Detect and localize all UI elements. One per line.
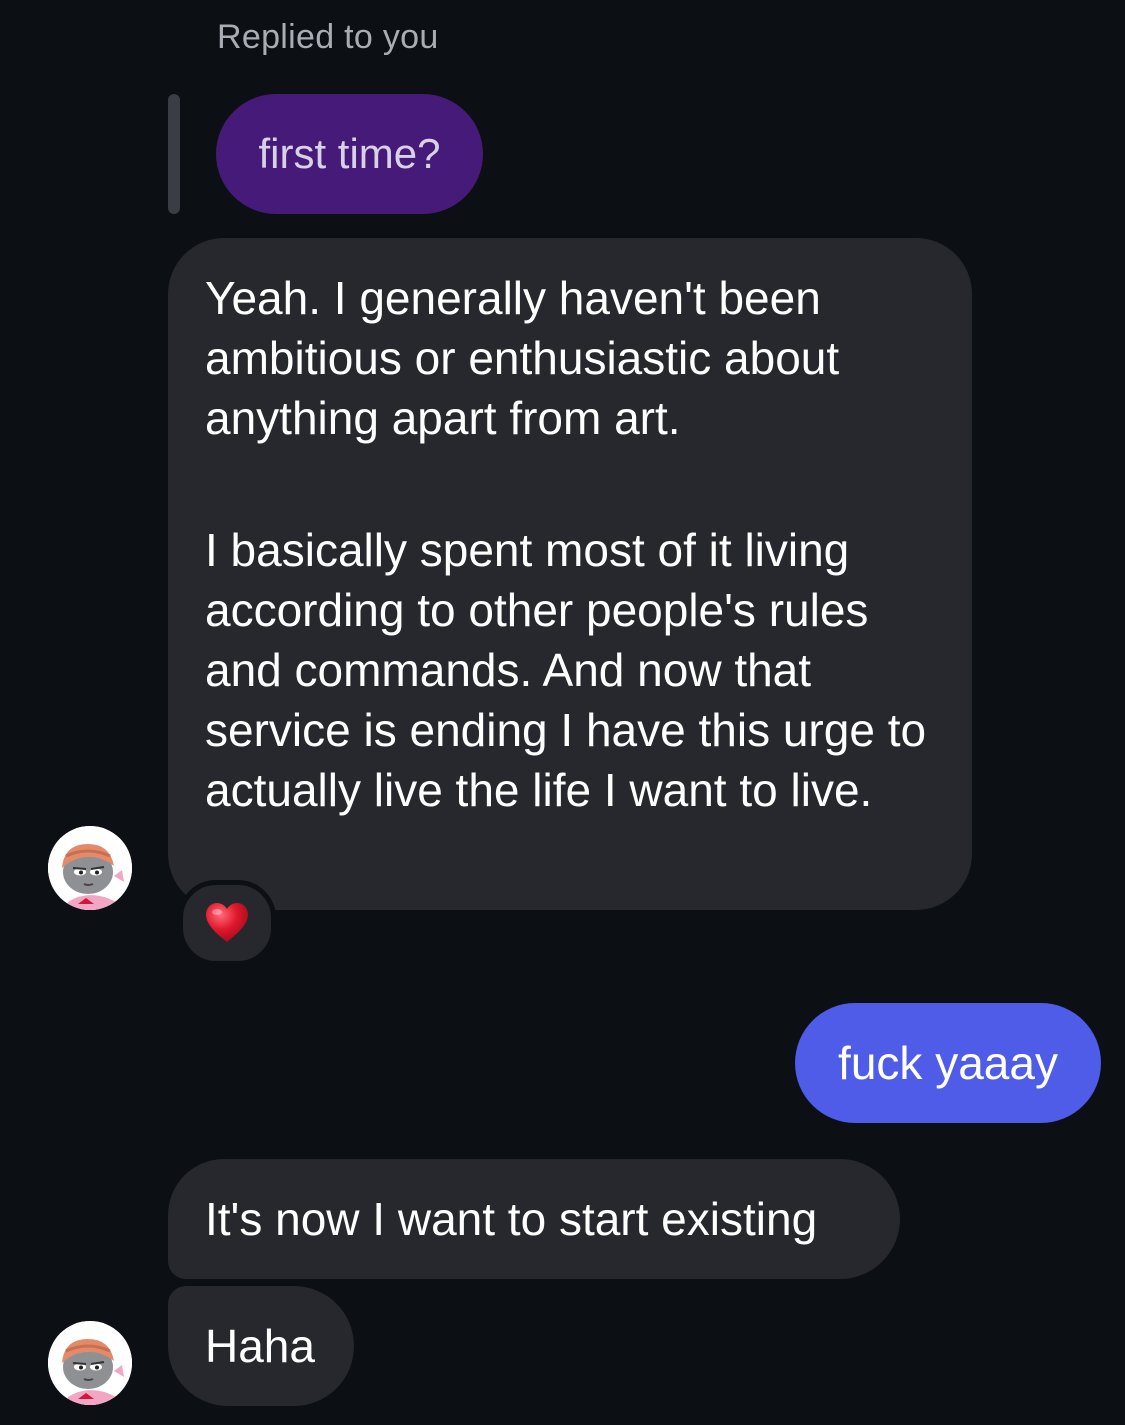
avatar[interactable]: [48, 1321, 132, 1405]
chat-thread: Replied to you first time? Yeah. I gener…: [0, 0, 1125, 1425]
incoming-message-bubble[interactable]: Yeah. I generally haven't been ambitious…: [168, 238, 972, 910]
outgoing-message-bubble[interactable]: fuck yaaay: [795, 1003, 1101, 1123]
reply-quote-bar: [168, 94, 180, 214]
quoted-message-bubble[interactable]: first time?: [216, 94, 483, 214]
quoted-message-text: first time?: [258, 130, 441, 177]
message-text: Haha: [205, 1320, 315, 1372]
cartoon-avatar-icon: [48, 1321, 132, 1405]
message-reaction[interactable]: [178, 880, 276, 966]
heart-icon: [206, 903, 248, 942]
replied-to-you-label: Replied to you: [217, 18, 439, 56]
incoming-message-bubble[interactable]: Haha: [168, 1286, 354, 1406]
avatar[interactable]: [48, 826, 132, 910]
incoming-message-bubble[interactable]: It's now I want to start existing: [168, 1159, 900, 1279]
message-text: It's now I want to start existing: [205, 1193, 818, 1245]
message-paragraph: I basically spent most of it living acco…: [205, 524, 927, 816]
message-paragraph: Yeah. I generally haven't been ambitious…: [205, 272, 840, 444]
message-text: fuck yaaay: [838, 1037, 1058, 1089]
cartoon-avatar-icon: [48, 826, 132, 910]
